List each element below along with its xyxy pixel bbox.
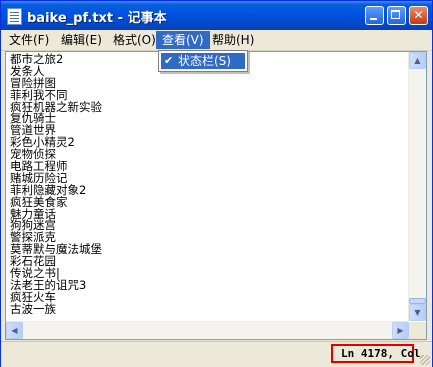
text-line: 古波一族 [10, 301, 56, 316]
minimize-icon [370, 18, 377, 20]
notepad-window: baike_pf.txt - 记事本 ✕ 文件(F) 编辑(E) 格式(O) 查… [0, 0, 433, 367]
left-arrow-icon: ◀ [11, 326, 18, 335]
view-menu-dropdown: ✔ 状态栏(S) [158, 50, 248, 72]
minimize-button[interactable] [365, 6, 384, 25]
status-position-pane: Ln 4178, Col [331, 344, 420, 363]
down-arrow-icon: ▼ [414, 308, 421, 317]
scrollbar-corner [409, 322, 426, 339]
status-position-text: Ln 4178, Col [341, 347, 421, 360]
menu-file[interactable]: 文件(F) [3, 31, 55, 49]
text-editor[interactable]: 都市之旅2 发条人 冒险拼图 菲利我不同 疯狂机器之新实验 复仇骑士 管道世界 … [5, 51, 427, 340]
check-icon: ✔ [164, 54, 174, 67]
horizontal-scrollbar[interactable]: ◀ ▶ [6, 321, 409, 339]
menu-edit[interactable]: 编辑(E) [55, 31, 108, 49]
notepad-app-icon[interactable] [7, 8, 22, 25]
scroll-left-button[interactable]: ◀ [6, 322, 23, 339]
scroll-down-button[interactable]: ▼ [409, 304, 426, 321]
right-arrow-icon: ▶ [397, 326, 404, 335]
editor-lines: 都市之旅2 发条人 冒险拼图 菲利我不同 疯狂机器之新实验 复仇骑士 管道世界 … [10, 53, 102, 315]
text-line: 疯狂美食家 [10, 194, 68, 209]
status-bar: Ln 4178, Col [1, 341, 432, 367]
up-arrow-icon: ▲ [414, 56, 421, 65]
scroll-right-button[interactable]: ▶ [392, 322, 409, 339]
scroll-up-button[interactable]: ▲ [409, 52, 426, 69]
text-line: 冒险拼图 [10, 75, 56, 90]
text-line: 疯狂火车 [10, 289, 56, 304]
text-line: 菲利隐藏对象2 [10, 182, 87, 197]
resize-grip[interactable] [420, 355, 430, 365]
menu-bar: 文件(F) 编辑(E) 格式(O) 查看(V) 帮助(H) [1, 30, 432, 51]
maximize-button[interactable] [387, 6, 406, 25]
menu-item-status-bar[interactable]: ✔ 状态栏(S) [161, 53, 245, 69]
vertical-scrollbar[interactable]: ▲ ▼ [408, 52, 426, 321]
text-line: 菲利我不同 [10, 87, 68, 102]
title-bar[interactable]: baike_pf.txt - 记事本 ✕ [1, 1, 432, 30]
status-bar-label: 状态栏(S) [178, 54, 231, 68]
menu-view[interactable]: 查看(V) [156, 31, 210, 49]
menu-help[interactable]: 帮助(H) [206, 31, 260, 49]
menu-format[interactable]: 格式(O) [107, 31, 162, 49]
close-icon: ✕ [413, 8, 424, 22]
close-button[interactable]: ✕ [409, 6, 428, 25]
text-line: 赌城历险记 [10, 170, 68, 185]
window-title: baike_pf.txt - 记事本 [27, 11, 167, 26]
text-line: 发条人 [10, 63, 45, 78]
maximize-icon [391, 10, 400, 19]
